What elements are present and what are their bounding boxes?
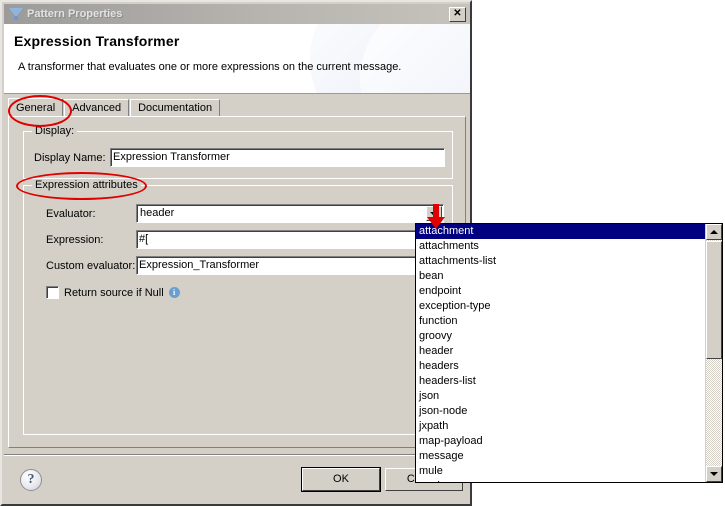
ok-button[interactable]: OK (302, 468, 380, 491)
tab-general-label: General (16, 102, 55, 114)
display-group: Display: Display Name: Expression Transf… (23, 131, 453, 179)
list-item[interactable]: headers (416, 359, 706, 374)
custom-evaluator-label: Custom evaluator: (46, 260, 135, 272)
list-item[interactable]: attachments-list (416, 254, 706, 269)
list-item[interactable]: header (416, 344, 706, 359)
list-item[interactable]: jxpath (416, 419, 706, 434)
window-title: Pattern Properties (27, 8, 449, 20)
info-icon[interactable]: i (169, 287, 180, 298)
list-item[interactable]: attachments (416, 239, 706, 254)
list-item[interactable]: endpoint (416, 284, 706, 299)
list-item[interactable]: ognl (416, 479, 706, 483)
tab-documentation-label: Documentation (138, 102, 212, 114)
scroll-up-icon[interactable] (706, 224, 722, 240)
expression-attributes-legend: Expression attributes (32, 179, 141, 191)
list-item[interactable]: mule (416, 464, 706, 479)
display-group-legend: Display: (32, 125, 77, 137)
list-item[interactable]: exception-type (416, 299, 706, 314)
tab-documentation[interactable]: Documentation (130, 99, 220, 117)
dropdown-scrollbar[interactable] (705, 224, 722, 482)
evaluator-combobox[interactable]: header (136, 204, 444, 223)
list-item[interactable]: attachment (416, 224, 706, 239)
header-banner: Expression Transformer A transformer tha… (4, 24, 470, 94)
list-item[interactable]: message (416, 449, 706, 464)
tab-advanced[interactable]: Advanced (64, 99, 129, 117)
button-bar-separator (4, 454, 470, 456)
tab-general[interactable]: General (8, 98, 63, 117)
expression-input[interactable]: #[ (136, 230, 444, 249)
expression-attributes-group: Expression attributes Evaluator: header … (23, 185, 453, 435)
list-item[interactable]: groovy (416, 329, 706, 344)
tab-panel-general: Display: Display Name: Expression Transf… (8, 116, 466, 448)
help-button[interactable]: ? (20, 469, 42, 491)
pattern-properties-dialog: Pattern Properties ✕ Expression Transfor… (0, 0, 472, 506)
title-bar[interactable]: Pattern Properties ✕ (4, 4, 470, 24)
display-name-input[interactable]: Expression Transformer (110, 148, 445, 167)
tab-advanced-label: Advanced (72, 102, 121, 114)
return-source-if-null-checkbox[interactable]: Return source if Null i (46, 286, 180, 299)
list-item[interactable]: json-node (416, 404, 706, 419)
close-icon[interactable]: ✕ (449, 7, 466, 22)
checkbox-box[interactable] (46, 286, 59, 299)
expression-label: Expression: (46, 234, 103, 246)
evaluator-label: Evaluator: (46, 208, 96, 220)
custom-evaluator-input[interactable]: Expression_Transformer (136, 256, 444, 275)
bell-icon (8, 6, 24, 22)
page-description: A transformer that evaluates one or more… (18, 61, 401, 73)
evaluator-dropdown-list[interactable]: attachment attachments attachments-list … (415, 223, 723, 483)
list-item[interactable]: json (416, 389, 706, 404)
scrollbar-thumb[interactable] (706, 241, 722, 359)
annotation-arrow-icon (415, 204, 449, 230)
return-source-if-null-label: Return source if Null (64, 287, 164, 299)
list-item[interactable]: headers-list (416, 374, 706, 389)
list-item[interactable]: function (416, 314, 706, 329)
page-title: Expression Transformer (14, 33, 179, 49)
tab-strip: General Advanced Documentation (8, 98, 466, 117)
list-item[interactable]: bean (416, 269, 706, 284)
list-item[interactable]: map-payload (416, 434, 706, 449)
scroll-down-icon[interactable] (706, 466, 722, 482)
dropdown-items: attachment attachments attachments-list … (416, 224, 706, 483)
display-name-label: Display Name: (34, 152, 106, 164)
header-gradient-decoration-2 (360, 24, 470, 94)
evaluator-value: header (140, 206, 174, 221)
